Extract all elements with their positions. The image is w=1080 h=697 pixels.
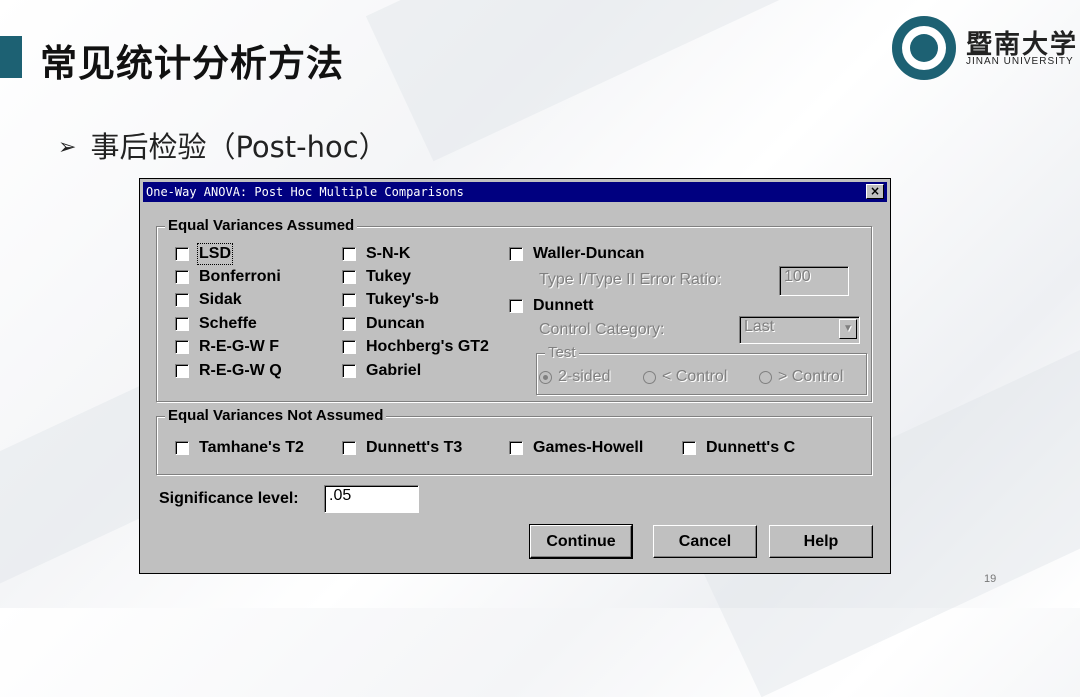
radio-label: > Control bbox=[778, 368, 844, 385]
checkbox-dunnett-t3[interactable]: Dunnett's T3 bbox=[342, 439, 462, 457]
checkbox-label: Dunnett bbox=[533, 297, 594, 314]
checkbox-box[interactable] bbox=[175, 441, 189, 455]
type-ratio-input[interactable]: 100 bbox=[779, 266, 849, 296]
checkbox-label: R-E-G-W Q bbox=[199, 362, 282, 379]
checkbox-lsd[interactable]: LSD bbox=[175, 243, 233, 265]
checkbox-label: Gabriel bbox=[366, 362, 422, 379]
post-hoc-dialog: One-Way ANOVA: Post Hoc Multiple Compari… bbox=[139, 178, 891, 574]
checkbox-label: Scheffe bbox=[199, 315, 257, 332]
checkbox-box[interactable] bbox=[342, 247, 356, 261]
close-icon[interactable]: × bbox=[866, 184, 884, 199]
control-category-label: Control Category: bbox=[539, 321, 665, 338]
checkbox-duncan[interactable]: Duncan bbox=[342, 315, 425, 333]
radio-label: 2-sided bbox=[558, 368, 611, 385]
control-category-select[interactable]: Last ▼ bbox=[739, 316, 860, 344]
checkbox-label: Hochberg's GT2 bbox=[366, 338, 489, 355]
checkbox-label: Duncan bbox=[366, 315, 425, 332]
bullet-item: ➢ 事后检验（Post-hoc） bbox=[58, 124, 388, 166]
significance-level-label: Significance level: bbox=[159, 490, 299, 507]
checkbox-sidak[interactable]: Sidak bbox=[175, 291, 242, 309]
bullet-arrow-icon: ➢ bbox=[58, 135, 77, 160]
test-group-label: Test bbox=[545, 344, 579, 361]
checkbox-hochberg-gt2[interactable]: Hochberg's GT2 bbox=[342, 338, 489, 356]
checkbox-box[interactable] bbox=[175, 364, 189, 378]
checkbox-box[interactable] bbox=[342, 364, 356, 378]
cancel-button[interactable]: Cancel bbox=[653, 525, 757, 558]
checkbox-box[interactable] bbox=[175, 247, 189, 261]
checkbox-tamhane-t2[interactable]: Tamhane's T2 bbox=[175, 439, 304, 457]
radio-less-control[interactable]: < Control bbox=[643, 368, 727, 386]
checkbox-label: LSD bbox=[197, 243, 233, 265]
checkbox-label: Dunnett's C bbox=[706, 439, 796, 456]
checkbox-label: R-E-G-W F bbox=[199, 338, 279, 355]
significance-level-input[interactable]: .05 bbox=[324, 485, 419, 513]
checkbox-box[interactable] bbox=[509, 441, 523, 455]
checkbox-label: Bonferroni bbox=[199, 268, 281, 285]
checkbox-box[interactable] bbox=[175, 270, 189, 284]
checkbox-regwf[interactable]: R-E-G-W F bbox=[175, 338, 279, 356]
checkbox-label: Dunnett's T3 bbox=[366, 439, 463, 456]
checkbox-bonferroni[interactable]: Bonferroni bbox=[175, 268, 281, 286]
checkbox-regwq[interactable]: R-E-G-W Q bbox=[175, 362, 282, 380]
checkbox-box[interactable] bbox=[342, 441, 356, 455]
chevron-down-icon[interactable]: ▼ bbox=[839, 319, 857, 339]
checkbox-gabriel[interactable]: Gabriel bbox=[342, 362, 421, 380]
dialog-titlebar[interactable]: One-Way ANOVA: Post Hoc Multiple Compari… bbox=[143, 182, 887, 202]
checkbox-label: S-N-K bbox=[366, 245, 411, 262]
continue-button[interactable]: Continue bbox=[529, 524, 633, 559]
checkbox-label: Sidak bbox=[199, 291, 242, 308]
radio-label: < Control bbox=[662, 368, 728, 385]
slide-title: 常见统计分析方法 bbox=[40, 42, 344, 85]
checkbox-dunnett[interactable]: Dunnett bbox=[509, 297, 593, 315]
university-logo-icon bbox=[892, 16, 956, 80]
control-category-value: Last bbox=[744, 318, 775, 335]
checkbox-games-howell[interactable]: Games-Howell bbox=[509, 439, 643, 457]
radio-2-sided[interactable]: 2-sided bbox=[539, 368, 610, 386]
radio-greater-control[interactable]: > Control bbox=[759, 368, 843, 386]
checkbox-label: Tukey bbox=[366, 268, 412, 285]
checkbox-box[interactable] bbox=[342, 270, 356, 284]
checkbox-label: Tukey's-b bbox=[366, 291, 439, 308]
checkbox-box[interactable] bbox=[175, 317, 189, 331]
checkbox-box[interactable] bbox=[342, 340, 356, 354]
checkbox-box[interactable] bbox=[509, 247, 523, 261]
checkbox-label: Tamhane's T2 bbox=[199, 439, 304, 456]
checkbox-scheffe[interactable]: Scheffe bbox=[175, 315, 257, 333]
checkbox-tukeys-b[interactable]: Tukey's-b bbox=[342, 291, 439, 309]
radio-dot-icon[interactable] bbox=[643, 370, 656, 384]
group-label-equal-assumed: Equal Variances Assumed bbox=[165, 217, 358, 234]
checkbox-snk[interactable]: S-N-K bbox=[342, 245, 410, 263]
radio-dot-icon[interactable] bbox=[539, 370, 552, 384]
checkbox-box[interactable] bbox=[342, 317, 356, 331]
checkbox-box[interactable] bbox=[509, 299, 523, 313]
bullet-text: 事后检验（Post-hoc） bbox=[90, 130, 388, 164]
checkbox-box[interactable] bbox=[682, 441, 696, 455]
radio-dot-icon[interactable] bbox=[759, 370, 772, 384]
checkbox-dunnett-c[interactable]: Dunnett's C bbox=[682, 439, 795, 457]
dialog-title: One-Way ANOVA: Post Hoc Multiple Compari… bbox=[146, 185, 464, 199]
group-label-not-assumed: Equal Variances Not Assumed bbox=[165, 407, 387, 424]
help-button[interactable]: Help bbox=[769, 525, 873, 558]
checkbox-box[interactable] bbox=[175, 293, 189, 307]
checkbox-waller-duncan[interactable]: Waller-Duncan bbox=[509, 245, 644, 263]
page-number: 19 bbox=[984, 573, 997, 585]
checkbox-label: Games-Howell bbox=[533, 439, 644, 456]
checkbox-tukey[interactable]: Tukey bbox=[342, 268, 411, 286]
checkbox-box[interactable] bbox=[175, 340, 189, 354]
type-ratio-label: Type I/Type II Error Ratio: bbox=[539, 271, 722, 288]
university-name-en: JINAN UNIVERSITY bbox=[966, 56, 1074, 67]
title-accent-bar bbox=[0, 36, 22, 78]
checkbox-box[interactable] bbox=[342, 293, 356, 307]
checkbox-label: Waller-Duncan bbox=[533, 245, 645, 262]
